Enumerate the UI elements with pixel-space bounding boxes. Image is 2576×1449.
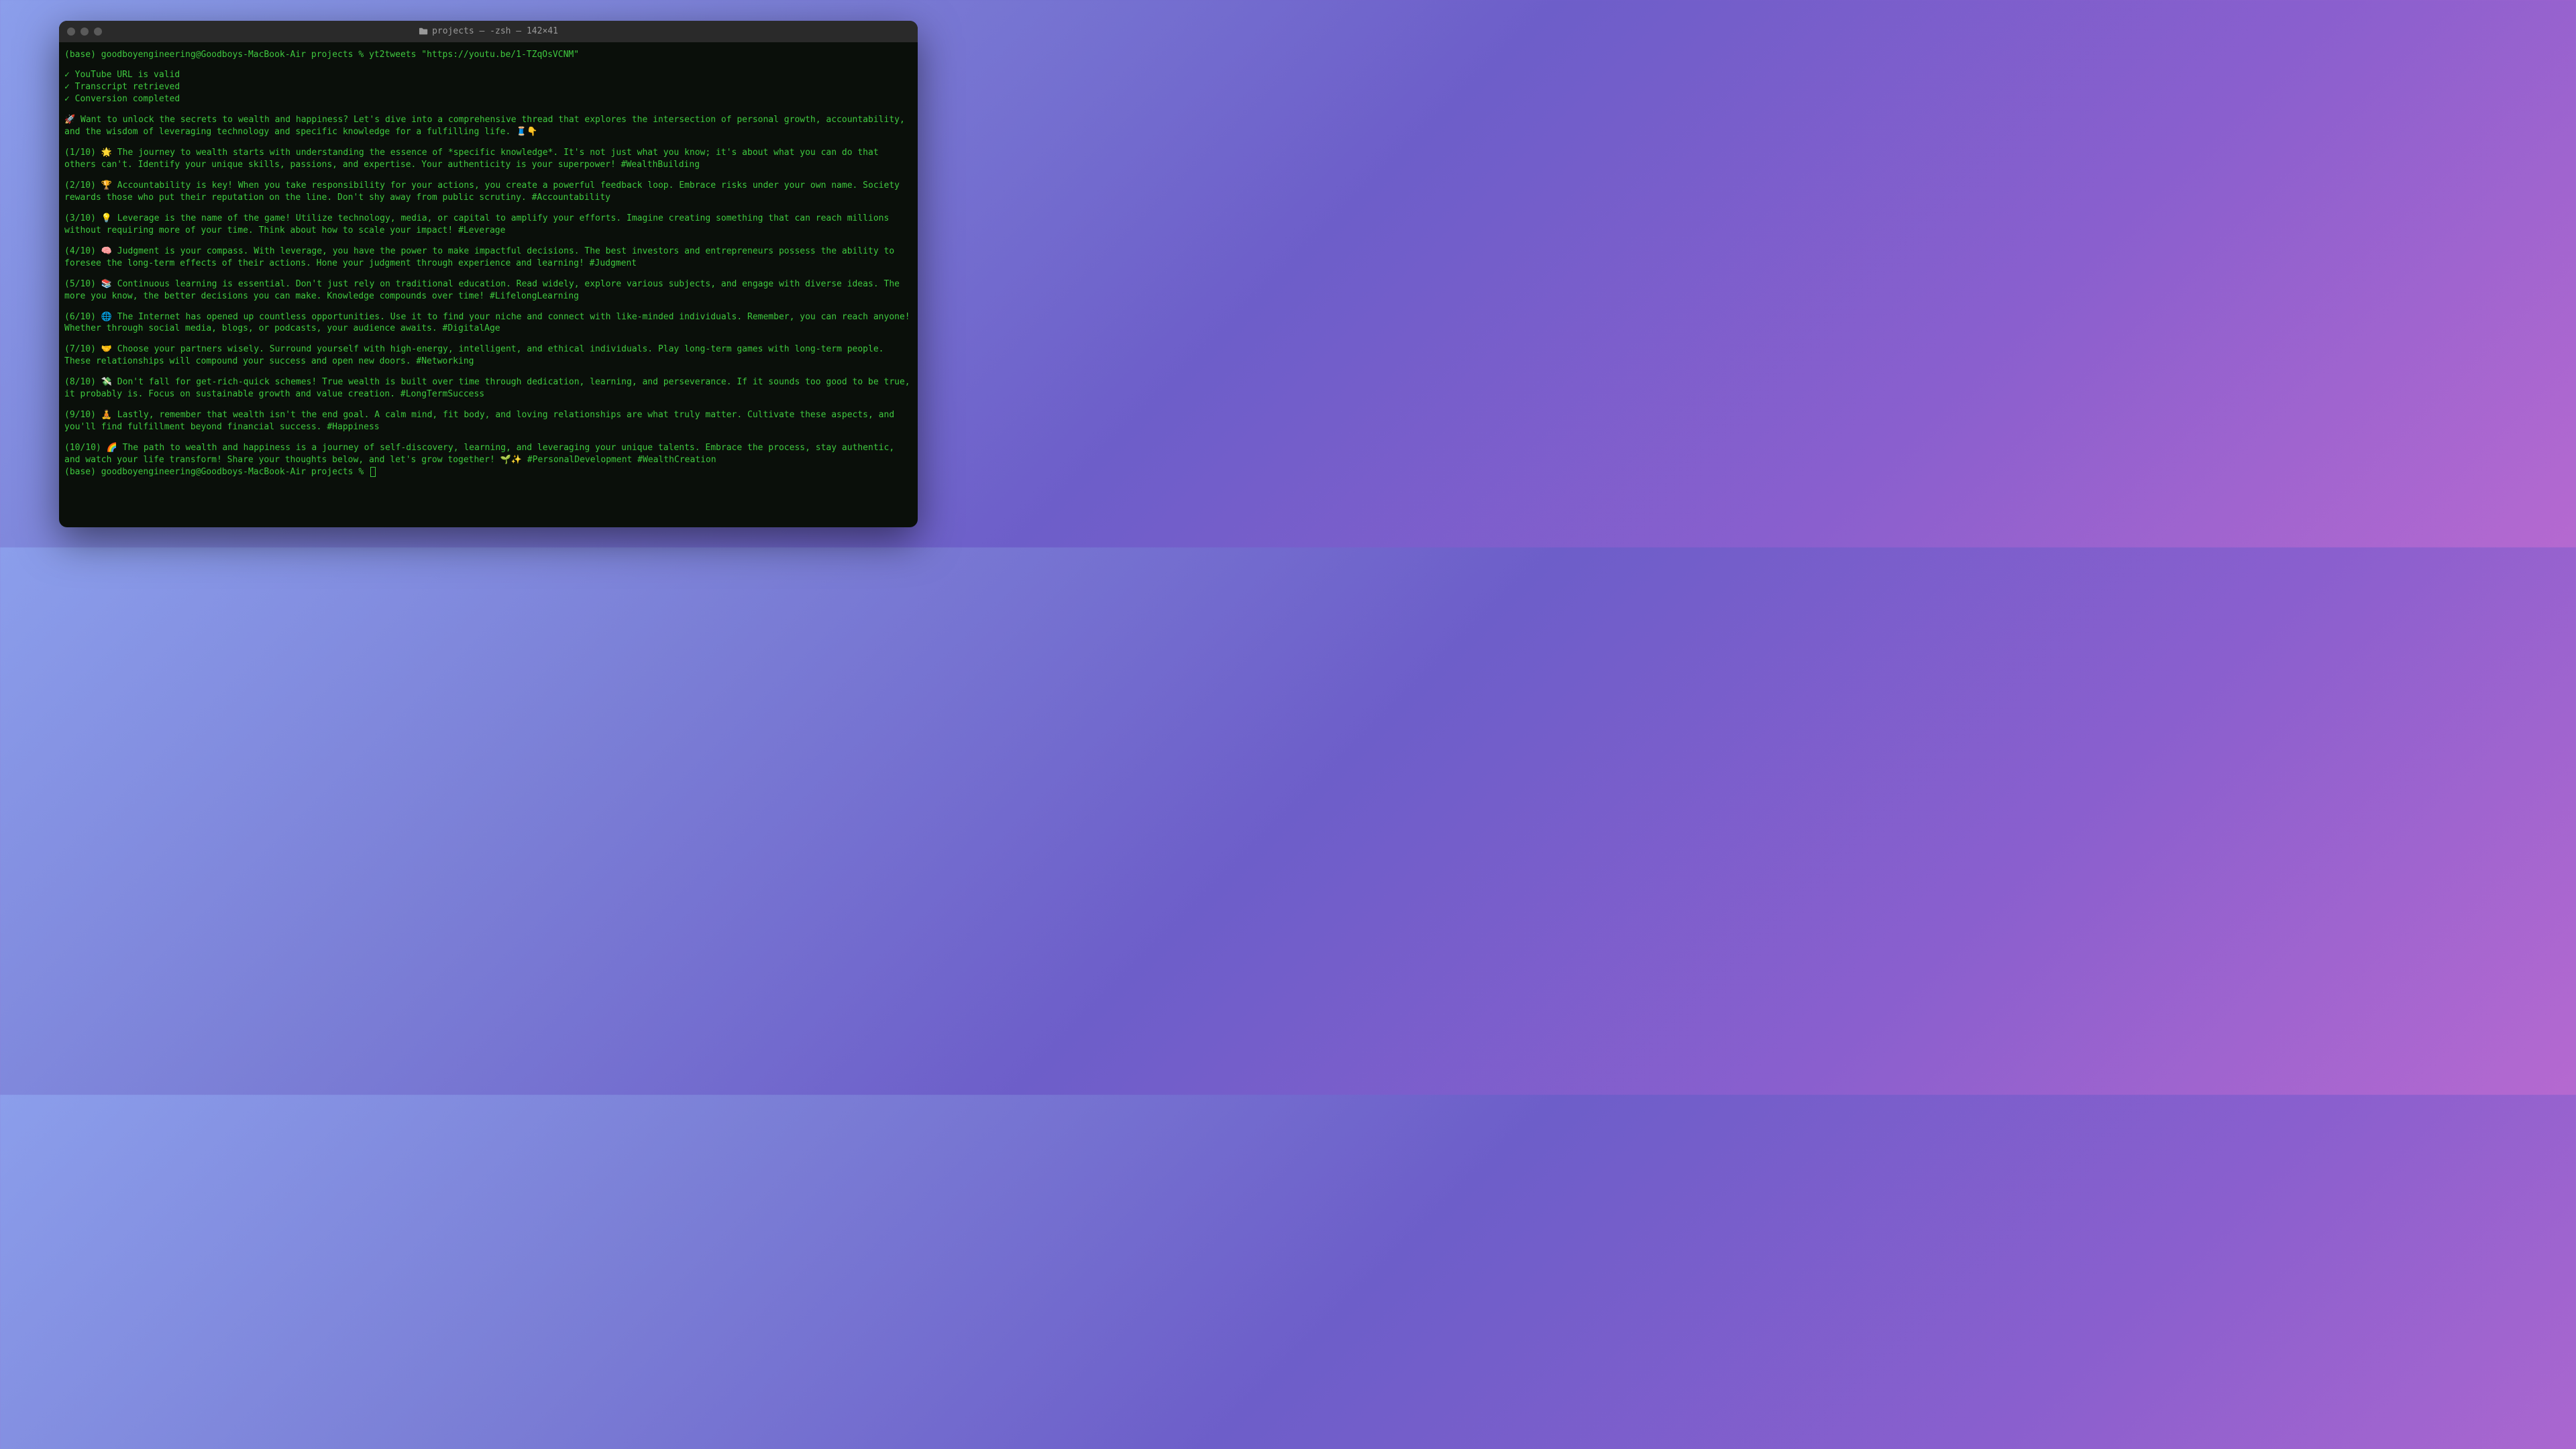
maximize-button[interactable] [94, 28, 102, 36]
close-button[interactable] [67, 28, 75, 36]
tweet-8: (8/10) 💸 Don't fall for get-rich-quick s… [64, 376, 912, 400]
cursor[interactable] [370, 467, 376, 477]
command-prompt-line: (base) goodboyengineering@Goodboys-MacBo… [64, 49, 912, 61]
command-text: yt2tweets "https://youtu.be/1-TZqOsVCNM" [369, 50, 579, 60]
tweet-7: (7/10) 🤝 Choose your partners wisely. Su… [64, 343, 912, 368]
status-line-2: ✓ Conversion completed [64, 93, 912, 105]
traffic-lights [67, 28, 102, 36]
prompt-symbol: % [358, 467, 364, 477]
prompt-env: (base) [64, 50, 96, 60]
folder-icon [419, 27, 428, 36]
terminal-body[interactable]: (base) goodboyengineering@Goodboys-MacBo… [59, 42, 918, 527]
tweet-6: (6/10) 🌐 The Internet has opened up coun… [64, 311, 912, 335]
tweet-1: (1/10) 🌟 The journey to wealth starts wi… [64, 147, 912, 171]
prompt-user-host: goodboyengineering@Goodboys-MacBook-Air [101, 50, 306, 60]
tweet-2: (2/10) 🏆 Accountability is key! When you… [64, 180, 912, 204]
tweet-3: (3/10) 💡 Leverage is the name of the gam… [64, 213, 912, 237]
tweet-5: (5/10) 📚 Continuous learning is essentia… [64, 278, 912, 303]
terminal-window: projects — -zsh — 142×41 (base) goodboye… [59, 21, 918, 527]
prompt-path: projects [311, 50, 354, 60]
tweet-10: (10/10) 🌈 The path to wealth and happine… [64, 442, 912, 466]
prompt-user-host: goodboyengineering@Goodboys-MacBook-Air [101, 467, 306, 477]
status-line-1: ✓ Transcript retrieved [64, 81, 912, 93]
title-text: projects — -zsh — 142×41 [432, 26, 558, 36]
prompt-symbol: % [358, 50, 364, 60]
command-prompt-line-2: (base) goodboyengineering@Goodboys-MacBo… [64, 466, 912, 478]
window-title: projects — -zsh — 142×41 [419, 26, 558, 36]
prompt-path: projects [311, 467, 354, 477]
tweet-intro: 🚀 Want to unlock the secrets to wealth a… [64, 114, 912, 138]
tweet-9: (9/10) 🧘 Lastly, remember that wealth is… [64, 409, 912, 433]
tweet-4: (4/10) 🧠 Judgment is your compass. With … [64, 246, 912, 270]
prompt-env: (base) [64, 467, 96, 477]
status-line-0: ✓ YouTube URL is valid [64, 69, 912, 81]
minimize-button[interactable] [80, 28, 89, 36]
title-bar: projects — -zsh — 142×41 [59, 21, 918, 42]
